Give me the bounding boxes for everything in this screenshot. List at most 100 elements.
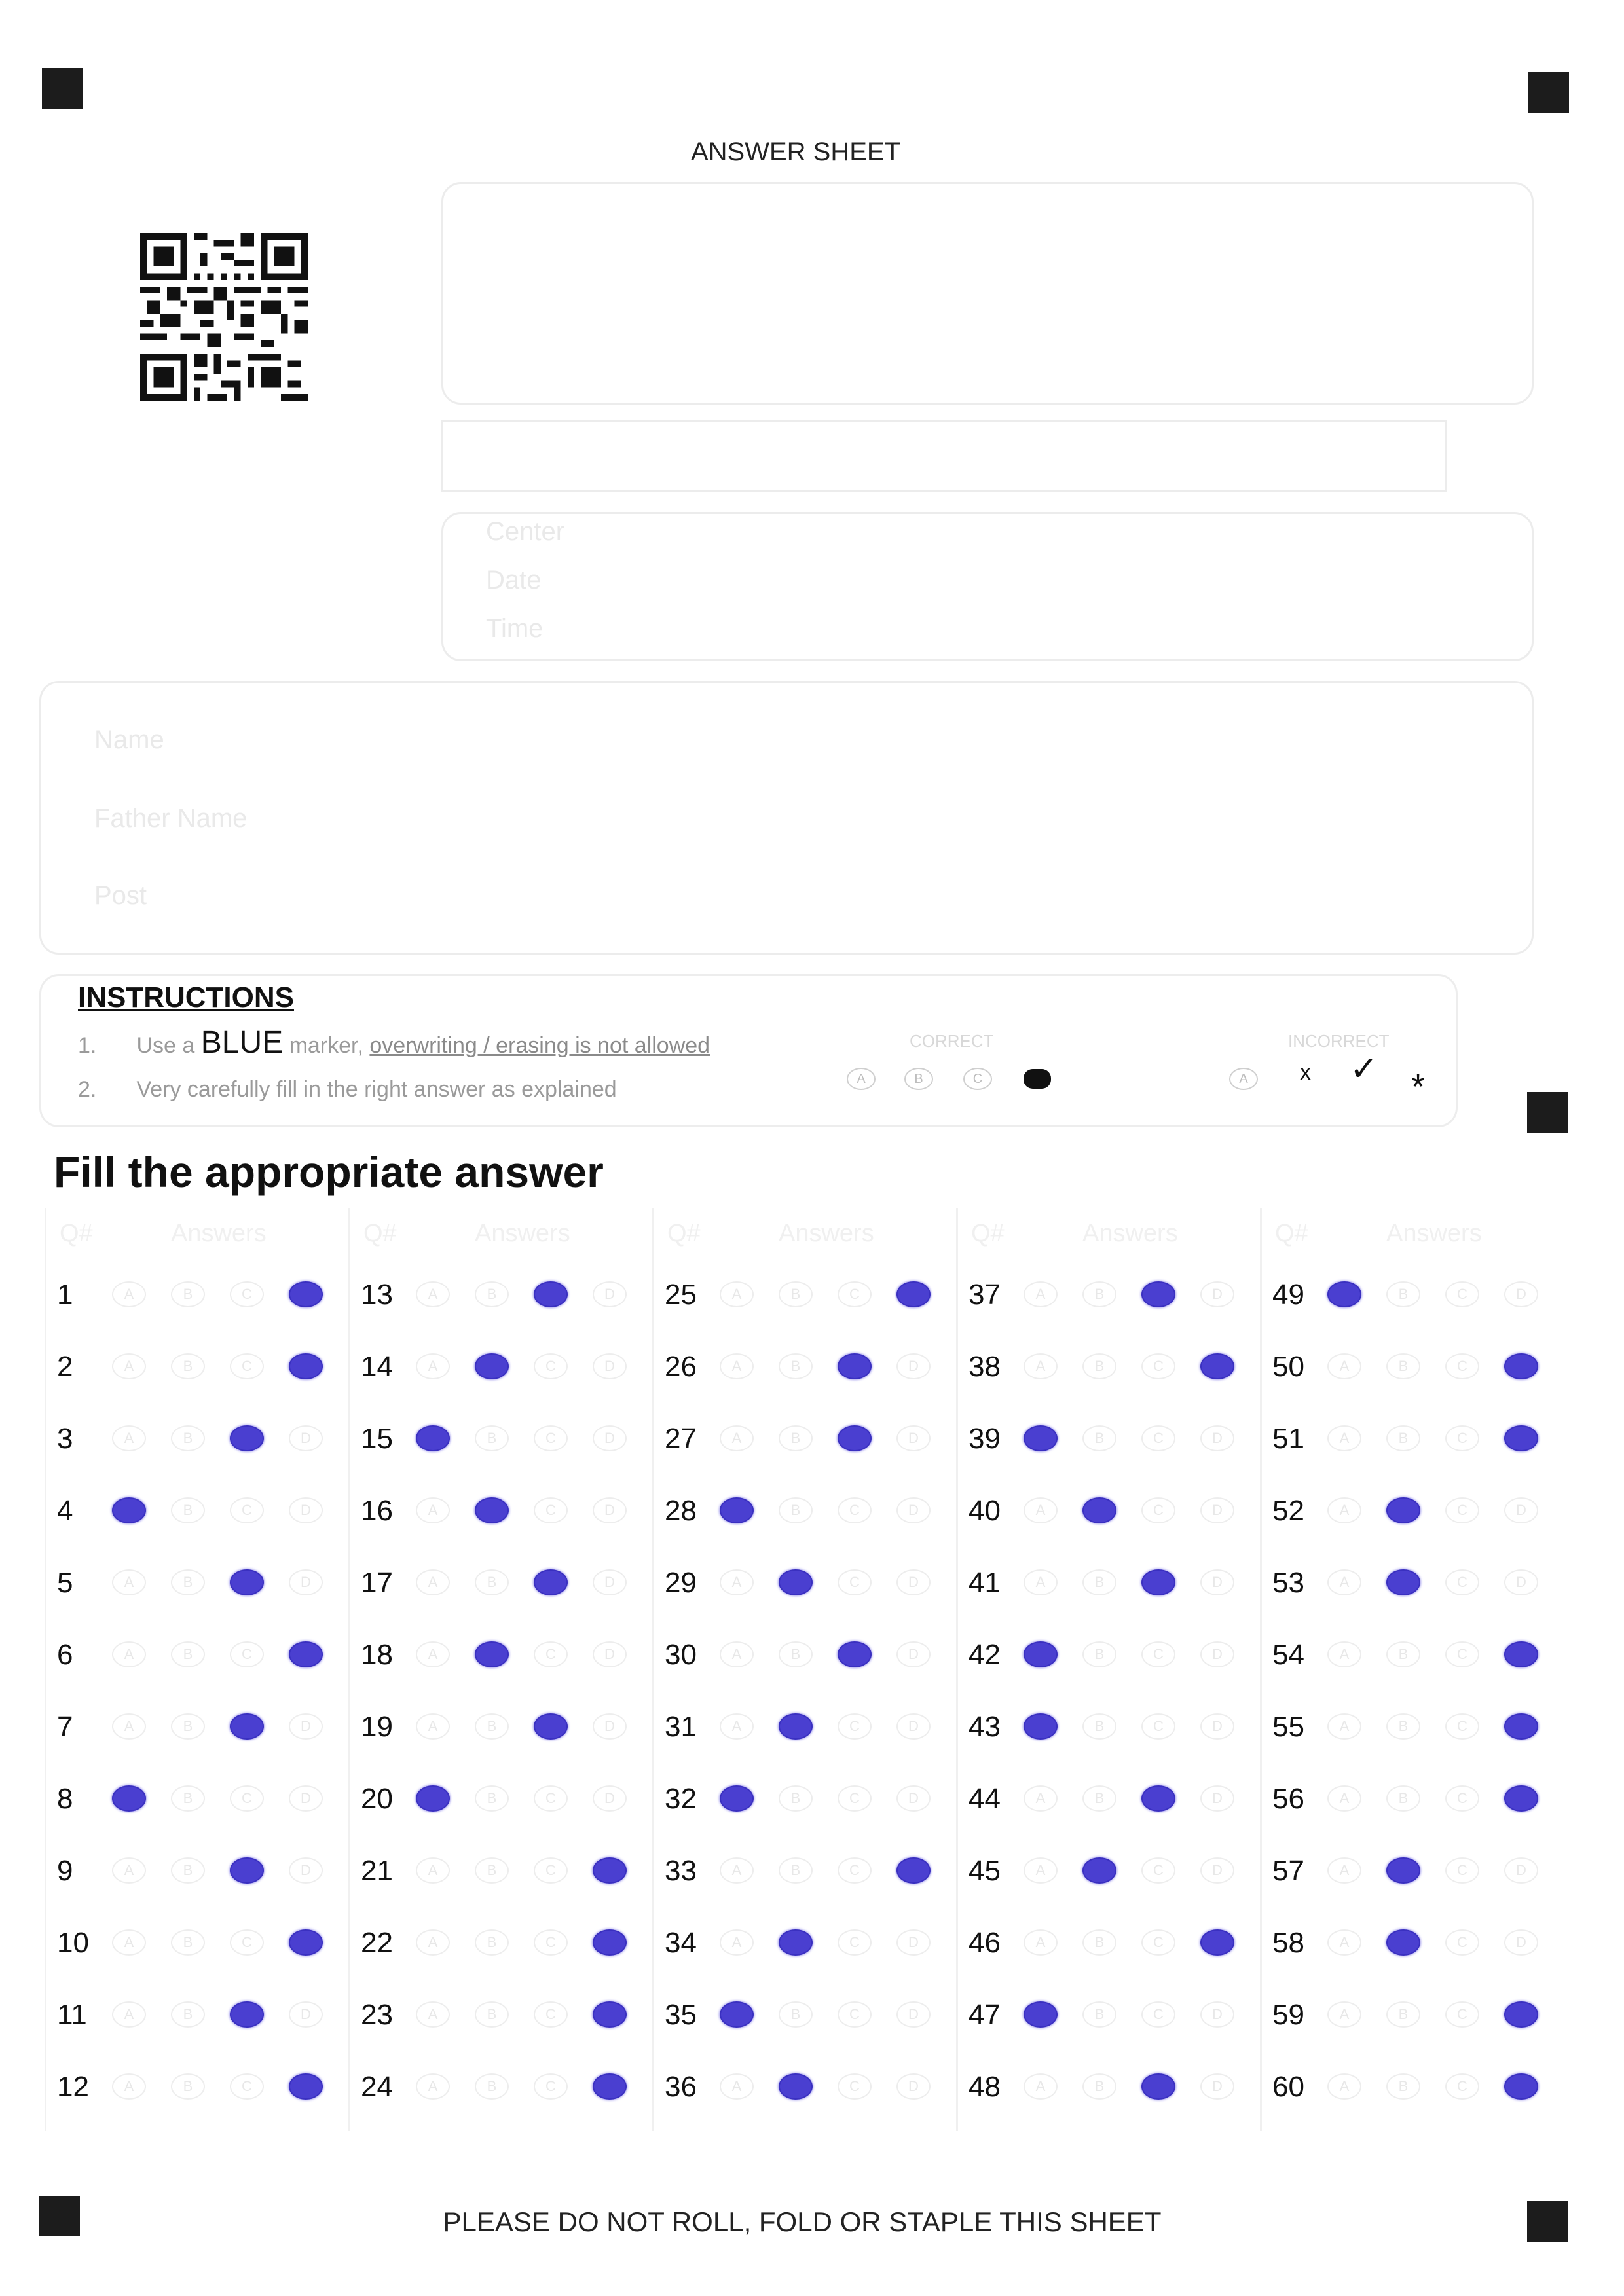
answer-bubble-b[interactable]: B — [475, 1281, 509, 1307]
answer-bubble-d[interactable]: D — [896, 2001, 931, 2028]
answer-bubble-d[interactable]: D — [1504, 2001, 1538, 2028]
answer-bubble-c[interactable]: C — [838, 1857, 872, 1884]
answer-bubble-b[interactable]: B — [779, 1713, 813, 1740]
answer-bubble-a[interactable]: A — [112, 2073, 146, 2100]
answer-bubble-d[interactable]: D — [1504, 1353, 1538, 1379]
answer-bubble-d[interactable]: D — [593, 1929, 627, 1956]
answer-bubble-a[interactable]: A — [416, 1641, 450, 1667]
answer-bubble-c[interactable]: C — [230, 1857, 264, 1884]
answer-bubble-d[interactable]: D — [1200, 1353, 1234, 1379]
answer-bubble-a[interactable]: A — [112, 1857, 146, 1884]
answer-bubble-d[interactable]: D — [1504, 1713, 1538, 1740]
answer-bubble-c[interactable]: C — [1141, 1857, 1175, 1884]
answer-bubble-a[interactable]: A — [1327, 1785, 1361, 1812]
answer-bubble-a[interactable]: A — [1327, 2001, 1361, 2028]
answer-bubble-d[interactable]: D — [1504, 1425, 1538, 1451]
answer-bubble-b[interactable]: B — [475, 1425, 509, 1451]
answer-bubble-b[interactable]: B — [779, 1857, 813, 1884]
answer-bubble-d[interactable]: D — [593, 1713, 627, 1740]
answer-bubble-d[interactable]: D — [289, 1281, 323, 1307]
answer-bubble-c[interactable]: C — [1445, 1569, 1479, 1595]
answer-bubble-b[interactable]: B — [1386, 1425, 1420, 1451]
answer-bubble-b[interactable]: B — [475, 1641, 509, 1667]
answer-bubble-d[interactable]: D — [1504, 1929, 1538, 1956]
answer-bubble-c[interactable]: C — [230, 1425, 264, 1451]
answer-bubble-b[interactable]: B — [475, 1785, 509, 1812]
answer-bubble-b[interactable]: B — [1082, 1425, 1116, 1451]
answer-bubble-b[interactable]: B — [779, 1785, 813, 1812]
answer-bubble-c[interactable]: C — [1445, 1929, 1479, 1956]
answer-bubble-c[interactable]: C — [1141, 1569, 1175, 1595]
answer-bubble-d[interactable]: D — [1504, 1497, 1538, 1523]
answer-bubble-b[interactable]: B — [1386, 1353, 1420, 1379]
answer-bubble-b[interactable]: B — [1082, 1281, 1116, 1307]
answer-bubble-d[interactable]: D — [1200, 2073, 1234, 2100]
answer-bubble-d[interactable]: D — [593, 2001, 627, 2028]
answer-bubble-d[interactable]: D — [1504, 1785, 1538, 1812]
answer-bubble-b[interactable]: B — [1082, 1929, 1116, 1956]
answer-bubble-a[interactable]: A — [1024, 1929, 1058, 1956]
answer-bubble-b[interactable]: B — [779, 1641, 813, 1667]
answer-bubble-a[interactable]: A — [720, 1857, 754, 1884]
answer-bubble-a[interactable]: A — [416, 1497, 450, 1523]
answer-bubble-c[interactable]: C — [230, 1785, 264, 1812]
answer-bubble-d[interactable]: D — [289, 1785, 323, 1812]
answer-bubble-c[interactable]: C — [1141, 1929, 1175, 1956]
answer-bubble-c[interactable]: C — [1445, 1713, 1479, 1740]
answer-bubble-d[interactable]: D — [1200, 1785, 1234, 1812]
answer-bubble-d[interactable]: D — [896, 1353, 931, 1379]
answer-bubble-a[interactable]: A — [112, 1353, 146, 1379]
answer-bubble-c[interactable]: C — [838, 1641, 872, 1667]
answer-bubble-c[interactable]: C — [1445, 1641, 1479, 1667]
answer-bubble-b[interactable]: B — [171, 1857, 205, 1884]
answer-bubble-c[interactable]: C — [230, 1569, 264, 1595]
answer-bubble-a[interactable]: A — [112, 1713, 146, 1740]
answer-bubble-c[interactable]: C — [230, 1641, 264, 1667]
answer-bubble-d[interactable]: D — [289, 1353, 323, 1379]
answer-bubble-c[interactable]: C — [534, 1785, 568, 1812]
answer-bubble-c[interactable]: C — [1141, 1425, 1175, 1451]
answer-bubble-a[interactable]: A — [416, 1425, 450, 1451]
answer-bubble-b[interactable]: B — [1082, 1641, 1116, 1667]
answer-bubble-a[interactable]: A — [1024, 1785, 1058, 1812]
answer-bubble-d[interactable]: D — [289, 1857, 323, 1884]
answer-bubble-c[interactable]: C — [534, 1641, 568, 1667]
answer-bubble-b[interactable]: B — [1386, 1569, 1420, 1595]
answer-bubble-a[interactable]: A — [1024, 1353, 1058, 1379]
answer-bubble-b[interactable]: B — [1386, 1281, 1420, 1307]
answer-bubble-d[interactable]: D — [593, 1785, 627, 1812]
answer-bubble-a[interactable]: A — [720, 1497, 754, 1523]
answer-bubble-a[interactable]: A — [416, 1713, 450, 1740]
answer-bubble-a[interactable]: A — [1327, 1713, 1361, 1740]
answer-bubble-a[interactable]: A — [1327, 1353, 1361, 1379]
answer-bubble-a[interactable]: A — [1327, 1569, 1361, 1595]
answer-bubble-a[interactable]: A — [1024, 1713, 1058, 1740]
answer-bubble-c[interactable]: C — [534, 1569, 568, 1595]
answer-bubble-c[interactable]: C — [1445, 2001, 1479, 2028]
answer-bubble-d[interactable]: D — [593, 1281, 627, 1307]
answer-bubble-c[interactable]: C — [838, 2001, 872, 2028]
answer-bubble-d[interactable]: D — [896, 1785, 931, 1812]
answer-bubble-d[interactable]: D — [593, 2073, 627, 2100]
answer-bubble-c[interactable]: C — [230, 1497, 264, 1523]
answer-bubble-a[interactable]: A — [1024, 1425, 1058, 1451]
answer-bubble-b[interactable]: B — [475, 1857, 509, 1884]
answer-bubble-b[interactable]: B — [171, 2001, 205, 2028]
answer-bubble-b[interactable]: B — [1082, 1713, 1116, 1740]
answer-bubble-c[interactable]: C — [838, 1281, 872, 1307]
answer-bubble-c[interactable]: C — [838, 1713, 872, 1740]
answer-bubble-a[interactable]: A — [112, 1425, 146, 1451]
answer-bubble-a[interactable]: A — [416, 1857, 450, 1884]
answer-bubble-d[interactable]: D — [289, 1929, 323, 1956]
answer-bubble-d[interactable]: D — [1504, 1569, 1538, 1595]
answer-bubble-a[interactable]: A — [1327, 1425, 1361, 1451]
answer-bubble-a[interactable]: A — [416, 1929, 450, 1956]
answer-bubble-d[interactable]: D — [896, 2073, 931, 2100]
answer-bubble-b[interactable]: B — [779, 2073, 813, 2100]
answer-bubble-b[interactable]: B — [779, 2001, 813, 2028]
answer-bubble-b[interactable]: B — [1082, 2001, 1116, 2028]
answer-bubble-b[interactable]: B — [171, 2073, 205, 2100]
answer-bubble-c[interactable]: C — [534, 2073, 568, 2100]
answer-bubble-b[interactable]: B — [1386, 1713, 1420, 1740]
answer-bubble-a[interactable]: A — [112, 1785, 146, 1812]
